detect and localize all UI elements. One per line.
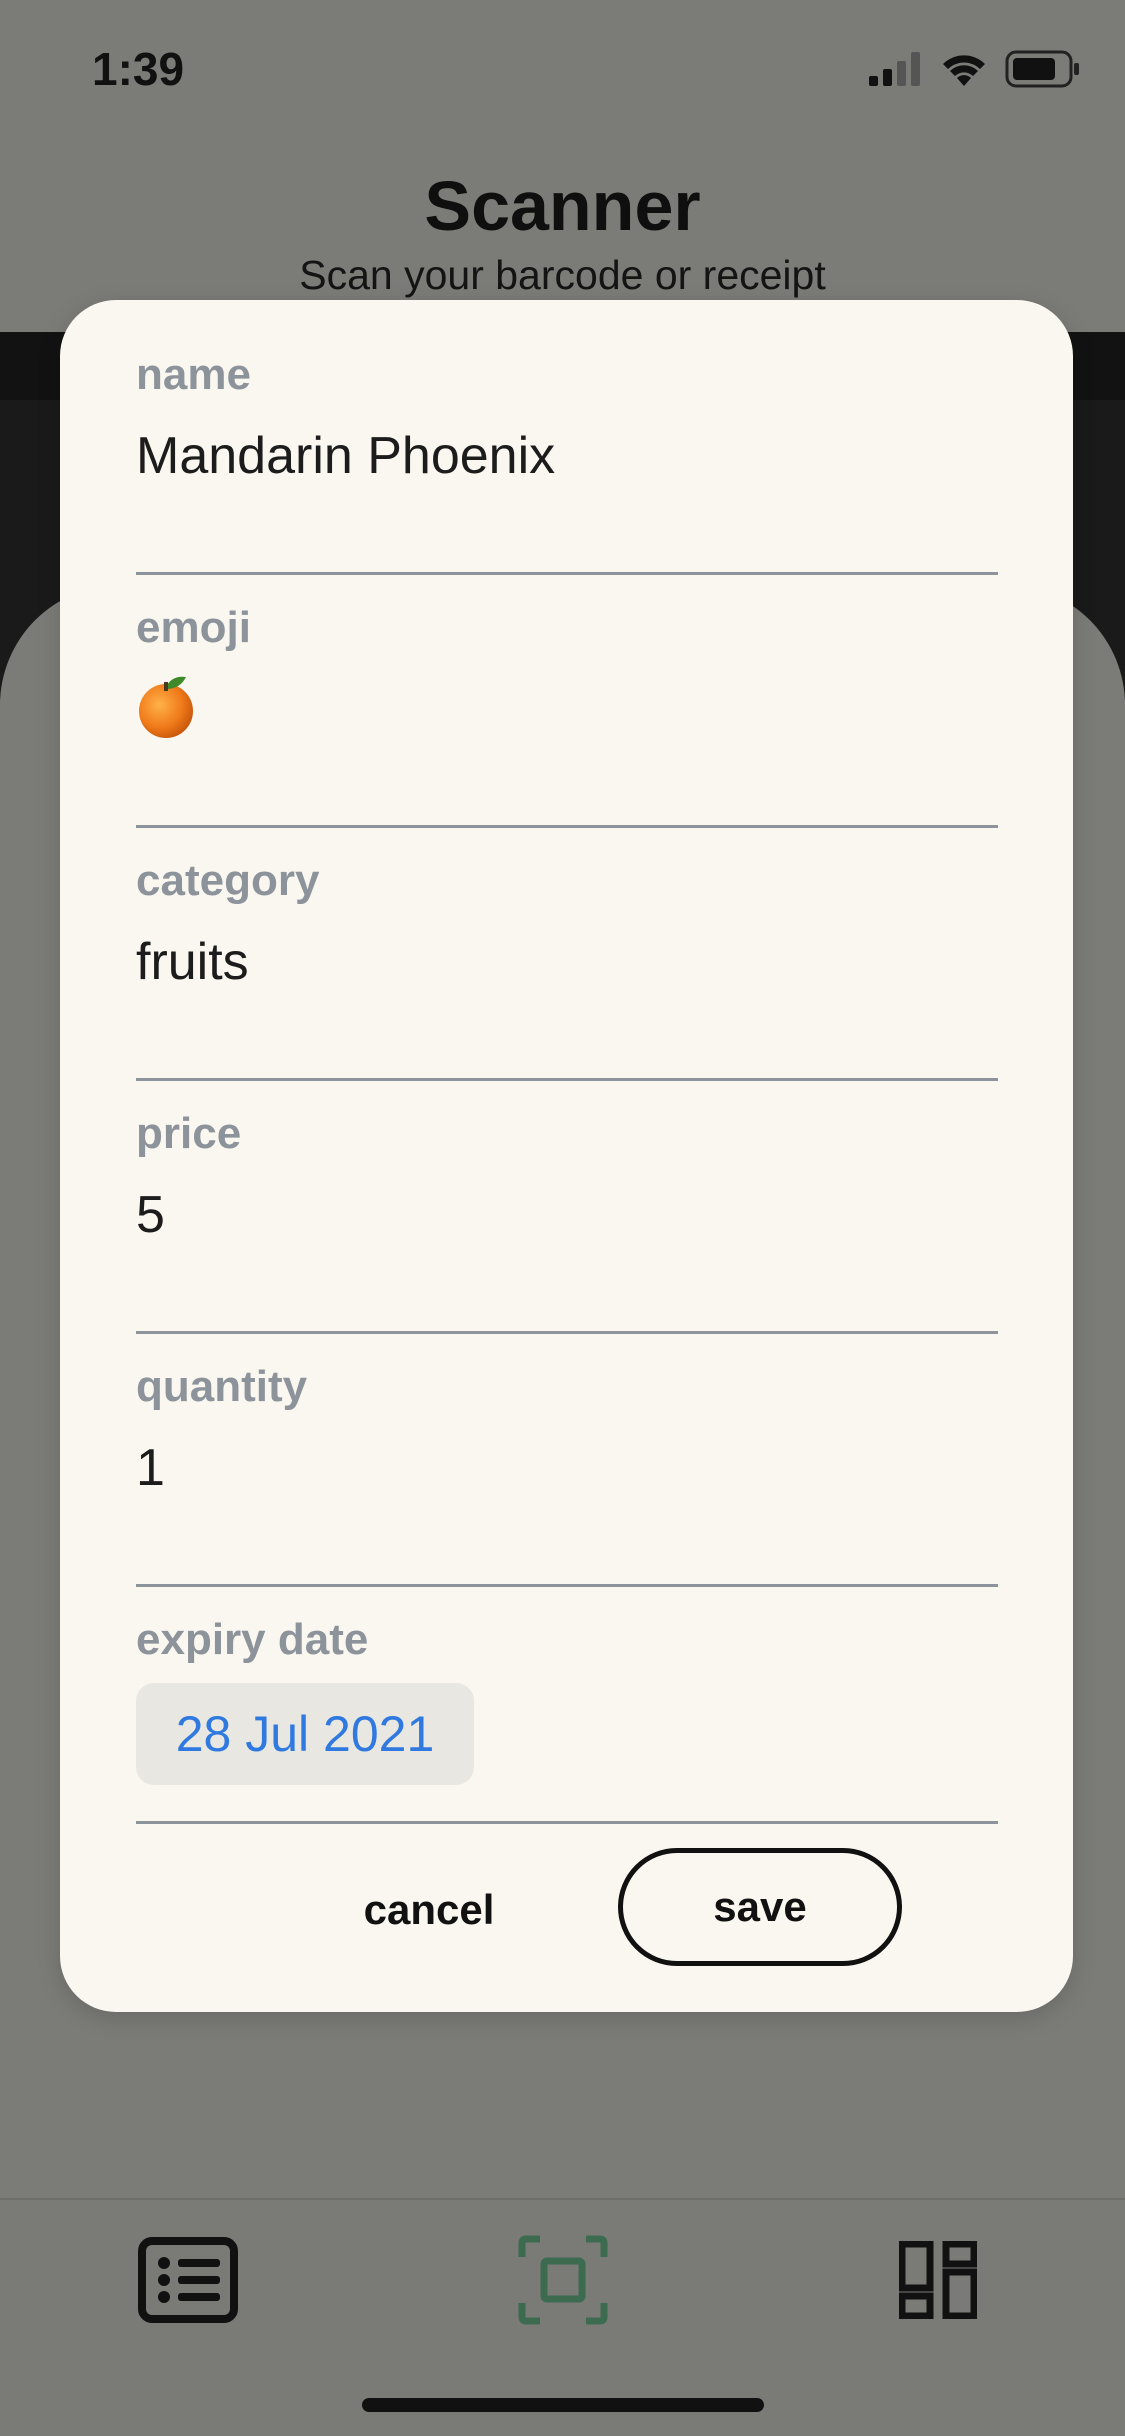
expiry-date-picker[interactable]: 28 Jul 2021 bbox=[136, 1683, 474, 1785]
status-time: 1:39 bbox=[92, 43, 185, 95]
price-underline bbox=[136, 1331, 998, 1334]
cellular-signal-icon bbox=[869, 52, 920, 86]
status-bar: 1:39 bbox=[0, 0, 1125, 130]
name-underline bbox=[136, 572, 998, 575]
quantity-input[interactable]: 1 bbox=[136, 1438, 165, 1498]
dashboard-icon bbox=[899, 2241, 977, 2319]
category-label: category bbox=[136, 856, 320, 905]
name-input[interactable]: Mandarin Phoenix bbox=[136, 426, 555, 486]
save-button[interactable]: save bbox=[618, 1848, 902, 1966]
expiry-date-underline bbox=[136, 1821, 998, 1824]
tab-scanner[interactable] bbox=[513, 2230, 613, 2330]
emoji-input[interactable] bbox=[136, 673, 198, 752]
quantity-label: quantity bbox=[136, 1362, 308, 1411]
page-subtitle: Scan your barcode or receipt bbox=[299, 252, 826, 298]
name-label: name bbox=[136, 350, 251, 399]
scan-icon bbox=[518, 2235, 608, 2325]
wifi-icon bbox=[943, 55, 985, 86]
add-item-modal: name Mandarin Phoenix emoji category fru… bbox=[60, 300, 1073, 2012]
home-indicator bbox=[362, 2398, 764, 2412]
list-icon bbox=[138, 2237, 238, 2323]
page-title: Scanner bbox=[424, 167, 701, 245]
tangerine-emoji-icon bbox=[139, 676, 193, 738]
quantity-underline bbox=[136, 1584, 998, 1587]
category-input[interactable]: fruits bbox=[136, 932, 249, 992]
category-underline bbox=[136, 1078, 998, 1081]
emoji-label: emoji bbox=[136, 603, 251, 652]
status-icons bbox=[869, 48, 1081, 90]
price-label: price bbox=[136, 1109, 242, 1158]
cancel-button[interactable]: cancel bbox=[296, 1850, 562, 1970]
tab-dashboard[interactable] bbox=[888, 2230, 988, 2330]
emoji-underline bbox=[136, 825, 998, 828]
battery-icon bbox=[1005, 50, 1079, 88]
price-input[interactable]: 5 bbox=[136, 1185, 165, 1245]
expiry-date-label: expiry date bbox=[136, 1615, 369, 1664]
tab-list[interactable] bbox=[138, 2230, 238, 2330]
